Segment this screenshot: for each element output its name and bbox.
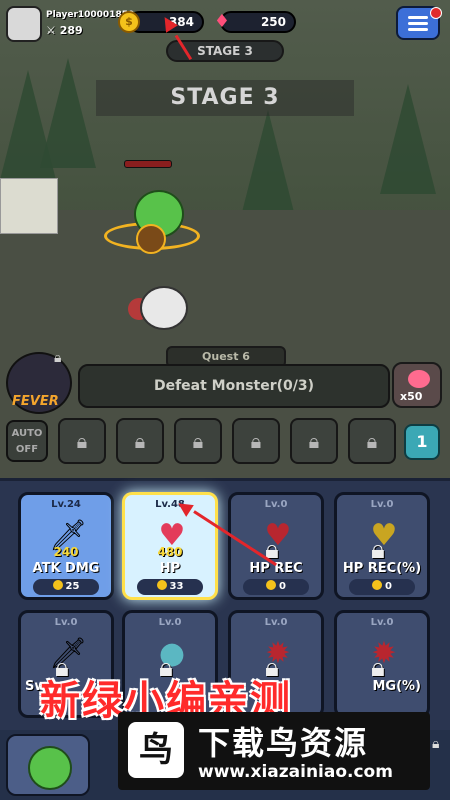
hero-avatar-icon xyxy=(28,746,72,790)
quest-reward-amount: x50 xyxy=(400,390,423,403)
skill-slot-locked[interactable]: 🔒︎ xyxy=(58,418,106,464)
lock-icon: 🔒︎ xyxy=(134,429,146,453)
lock-icon: 🔒︎ xyxy=(366,429,378,453)
player-power: ⚔ 289 xyxy=(46,24,83,37)
skill-slot-locked[interactable]: 🔒︎ xyxy=(116,418,164,464)
card-level: Lv.0 xyxy=(264,617,288,628)
quest-reward-button[interactable]: x50 xyxy=(392,362,442,408)
card-cost[interactable]: 0 xyxy=(243,579,309,595)
watermark-title: 下载鸟资源 xyxy=(198,724,369,762)
watermark-url: www.xiazainiao.com xyxy=(198,762,393,782)
sword-icon: ⚔ xyxy=(46,24,56,37)
hero-tab-button[interactable] xyxy=(6,734,90,796)
bird-logo-icon: 鸟 xyxy=(128,722,184,778)
skill-slot-locked[interactable]: 🔒︎ xyxy=(174,418,222,464)
card-cost[interactable]: 33 xyxy=(137,579,203,595)
skill-slot-locked[interactable]: 🔒︎ xyxy=(290,418,338,464)
gem-icon xyxy=(408,370,430,388)
fever-gauge[interactable]: FEVER xyxy=(6,352,72,414)
monster-character xyxy=(140,286,188,330)
skill-count-button[interactable]: 1 xyxy=(404,424,440,460)
card-value: 240 xyxy=(53,545,79,559)
top-bar: Player100001850 ⚔ 289 384 $ 250 ♦ xyxy=(0,0,450,44)
fever-label: FEVER xyxy=(12,394,59,409)
card-level: Lv.48 xyxy=(155,499,185,510)
notification-dot xyxy=(430,7,442,19)
thumbnail-image xyxy=(0,178,58,234)
card-level: Lv.24 xyxy=(51,499,81,510)
card-name: HP xyxy=(159,561,181,576)
coin-icon xyxy=(266,580,277,590)
upgrade-card-locked[interactable]: Lv.0 ✹ 🔒︎ MG(%) xyxy=(334,610,430,718)
card-level: Lv.0 xyxy=(370,499,394,510)
quest-text: Defeat Monster(0/3) xyxy=(153,378,315,394)
lock-icon: 🔒︎ xyxy=(76,429,88,453)
upgrade-card-hp-rec-percent[interactable]: Lv.0 ♥ 🔒︎ HP REC(%) 0 xyxy=(334,492,430,600)
lock-icon: 🔒︎ xyxy=(308,429,320,453)
card-name: HP REC(%) xyxy=(342,561,422,576)
coin-icon: $ xyxy=(118,11,140,33)
lock-icon: 🔒︎ xyxy=(192,429,204,453)
tree-decoration xyxy=(240,110,296,220)
card-name: ATK DMG xyxy=(32,561,100,576)
upgrade-card-atk-dmg[interactable]: Lv.24 🗡︎ 240 ATK DMG 25 xyxy=(18,492,114,600)
card-level: Lv.0 xyxy=(370,617,394,628)
card-value: 480 xyxy=(157,545,183,559)
card-level: Lv.0 xyxy=(54,617,78,628)
card-cost[interactable]: 0 xyxy=(349,579,415,595)
coin-icon xyxy=(372,580,383,590)
upgrade-card-hp-rec[interactable]: Lv.0 ♥ 🔒︎ HP REC 0 xyxy=(228,492,324,600)
shield-icon xyxy=(136,224,166,254)
menu-line xyxy=(408,22,428,25)
card-cost[interactable]: 25 xyxy=(33,579,99,595)
stage-banner: STAGE 3 xyxy=(96,80,354,116)
coin-icon xyxy=(156,580,167,590)
auto-toggle[interactable]: AUTO OFF xyxy=(6,420,48,462)
card-level: Lv.0 xyxy=(264,499,288,510)
tree-decoration xyxy=(40,58,96,168)
quest-box[interactable]: Defeat Monster(0/3) xyxy=(78,364,390,408)
tree-decoration xyxy=(380,84,436,194)
skill-slot-locked[interactable]: 🔒︎ xyxy=(232,418,280,464)
lock-icon: 🔒︎ xyxy=(250,429,262,453)
coin-icon xyxy=(52,580,63,590)
lock-icon: 🔒︎ xyxy=(432,736,440,752)
card-name: MG(%) xyxy=(372,679,421,694)
enemy-hp-bar xyxy=(124,160,172,168)
gem-icon: ♦ xyxy=(213,11,231,32)
player-avatar[interactable] xyxy=(6,6,42,42)
upgrade-card-hp[interactable]: Lv.48 ♥ 480 HP 33 xyxy=(122,492,218,600)
watermark-banner: 鸟 下载鸟资源 www.xiazainiao.com xyxy=(118,712,430,790)
lock-icon: 🔒︎ xyxy=(54,350,62,366)
menu-line xyxy=(408,28,428,31)
menu-line xyxy=(408,16,428,19)
card-level: Lv.0 xyxy=(158,617,182,628)
skill-slot-locked[interactable]: 🔒︎ xyxy=(348,418,396,464)
